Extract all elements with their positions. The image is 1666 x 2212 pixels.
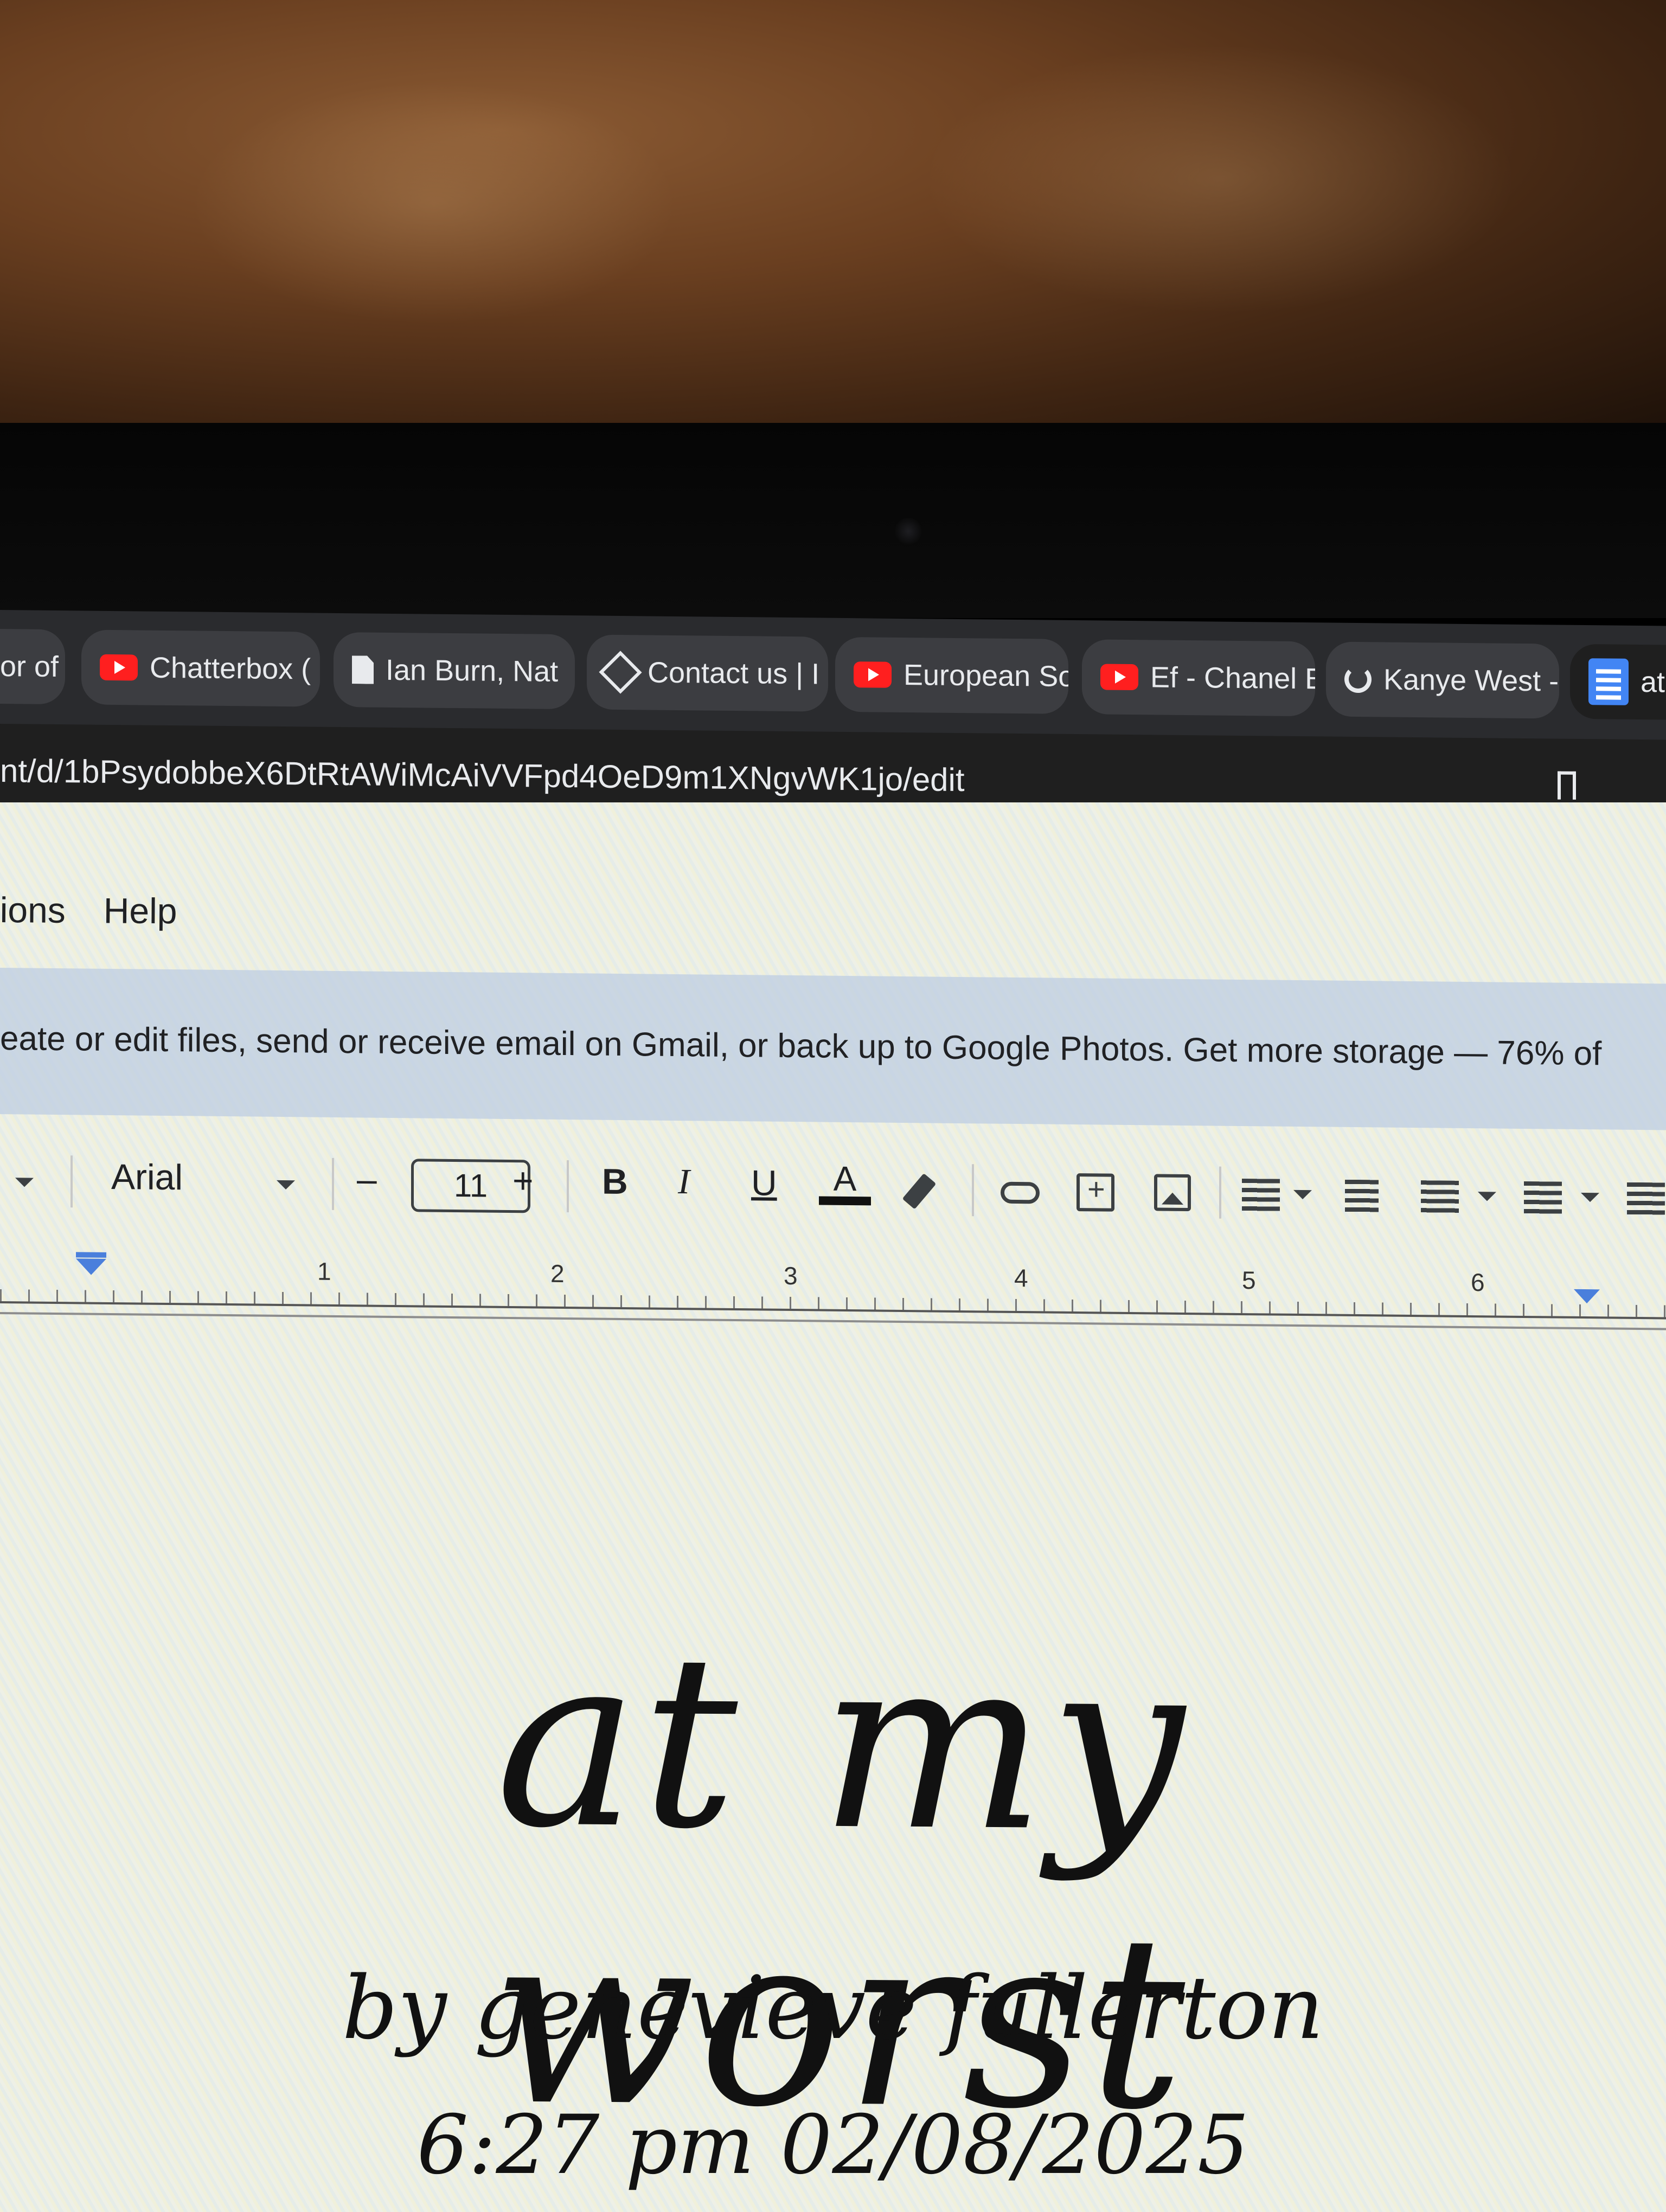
formatting-toolbar: Arial – 11 + B I U A (0, 1139, 1666, 1246)
tab-label: or of (0, 650, 59, 684)
tab[interactable]: Chatterbox ( (81, 629, 320, 707)
checklist-dropdown-icon[interactable] (1478, 1192, 1496, 1201)
insert-image-icon[interactable] (1154, 1174, 1191, 1212)
toolbar-divider (332, 1158, 334, 1210)
tab[interactable]: Kanye West - (1326, 641, 1559, 719)
toolbar-divider (972, 1164, 974, 1217)
increase-font-size-button[interactable]: + (512, 1160, 534, 1201)
ruler-number: 1 (317, 1257, 331, 1285)
bulleted-list-icon[interactable] (1524, 1181, 1562, 1214)
tab[interactable]: Ian Burn, Nat (334, 632, 575, 710)
italic-button[interactable]: I (678, 1161, 690, 1203)
ruler-ticks (0, 1289, 1666, 1317)
line-spacing-icon[interactable] (1345, 1179, 1379, 1213)
numbered-list-icon[interactable] (1627, 1182, 1665, 1216)
toolbar-divider (567, 1160, 569, 1213)
link-icon[interactable] (1001, 1181, 1040, 1204)
ruler-number: 6 (1471, 1268, 1485, 1297)
menu-item-extensions[interactable]: ions (0, 890, 66, 930)
diamond-icon (599, 651, 642, 694)
fabric-fold (190, 81, 678, 325)
fabric-fold (922, 43, 1518, 314)
tab[interactable]: Ef - Chanel B (1082, 639, 1315, 717)
tab-label: Kanye West - (1383, 663, 1559, 698)
ruler-number: 3 (784, 1261, 798, 1290)
toolbar-divider (1219, 1166, 1221, 1219)
align-dropdown-icon[interactable] (1293, 1189, 1312, 1200)
background-photo (0, 0, 1666, 434)
storage-banner-text: eate or edit files, send or receive emai… (0, 1020, 1602, 1073)
toolbar-divider (71, 1155, 73, 1208)
document-title[interactable]: at my worst (161, 1600, 1520, 2164)
bookmark-icon[interactable] (1558, 771, 1576, 800)
webcam (895, 518, 922, 545)
tab-label: Ian Burn, Nat (386, 653, 559, 688)
add-comment-icon[interactable] (1077, 1173, 1114, 1212)
tab-active[interactable]: at (1570, 644, 1666, 721)
left-indent-marker-icon[interactable] (76, 1258, 106, 1275)
storage-banner: eate or edit files, send or receive emai… (0, 968, 1666, 1130)
tab[interactable]: Contact us | I (587, 634, 828, 712)
font-dropdown-icon[interactable] (277, 1180, 295, 1190)
tab[interactable]: or of (0, 628, 65, 705)
decrease-font-size-button[interactable]: – (357, 1158, 377, 1199)
url-field[interactable]: nt/d/1bPsydobbeX6DtRtAWiMcAiVVFpd4OeD9m1… (0, 752, 965, 799)
highlight-pen-icon[interactable] (902, 1173, 937, 1210)
google-docs-icon (1588, 658, 1629, 705)
tab-label: Chatterbox ( (150, 651, 311, 686)
tab-label: at (1641, 666, 1665, 699)
font-family-select[interactable]: Arial (111, 1156, 183, 1198)
document-date[interactable]: 6:27 pm 02/08/2025 (0, 2098, 1666, 2192)
bold-button[interactable]: B (602, 1161, 628, 1202)
ruler-number: 2 (550, 1259, 565, 1288)
ruler-number: 4 (1014, 1263, 1028, 1293)
underline-button[interactable]: U (751, 1162, 777, 1203)
styles-dropdown-icon[interactable] (15, 1178, 34, 1187)
right-indent-marker-icon[interactable] (1574, 1289, 1600, 1304)
align-left-icon[interactable] (1242, 1178, 1280, 1212)
menu-bar: ions Help (0, 889, 215, 932)
tab-label: Ef - Chanel B (1150, 661, 1315, 696)
tab-label: Contact us | I (648, 656, 820, 691)
ruler: 1 2 3 4 5 6 (0, 1242, 1666, 1320)
youtube-icon (854, 661, 892, 688)
swirl-icon (1344, 665, 1372, 693)
text-color-button[interactable]: A (819, 1158, 871, 1205)
menu-item-help[interactable]: Help (104, 890, 177, 931)
document-icon (352, 655, 374, 684)
bullet-dropdown-icon[interactable] (1581, 1192, 1599, 1203)
docs-app: ions Help eate or edit files, send or rec… (0, 802, 1666, 2212)
laptop-bezel (0, 423, 1666, 618)
ruler-number: 5 (1242, 1265, 1256, 1295)
tab-label: European So (904, 658, 1068, 693)
tab-bar: or of Chatterbox ( Ian Burn, Nat Contact… (0, 610, 1666, 743)
document-byline[interactable]: by genevieve fullerton (0, 1957, 1666, 2059)
checklist-icon[interactable] (1421, 1180, 1459, 1213)
youtube-icon (100, 654, 138, 681)
youtube-icon (1100, 664, 1138, 691)
tab[interactable]: European So (835, 636, 1068, 714)
